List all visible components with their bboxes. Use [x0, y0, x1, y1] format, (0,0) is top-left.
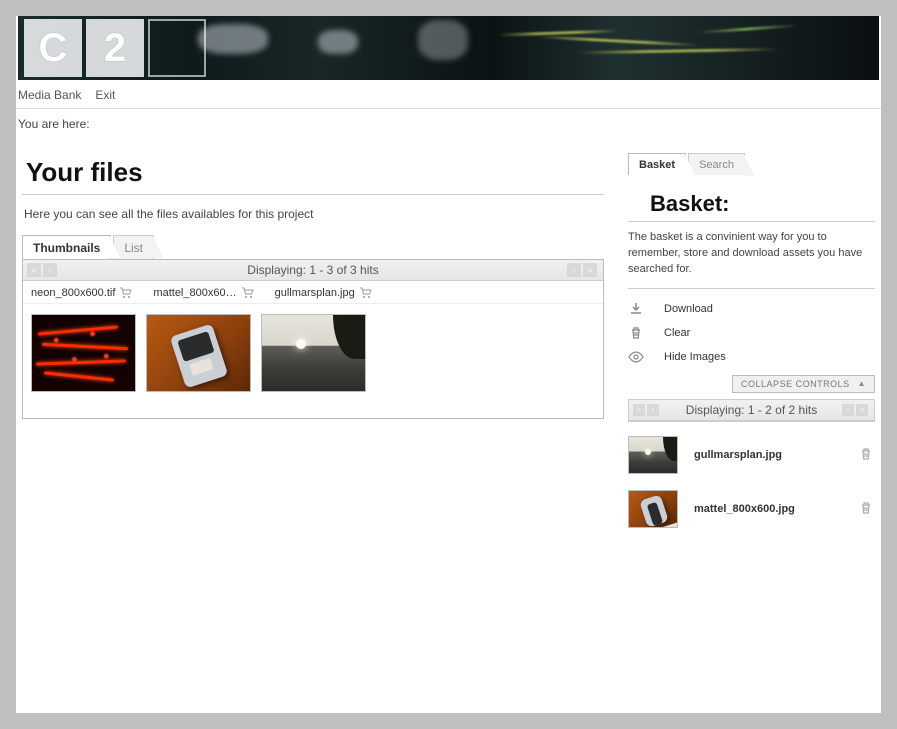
pager-status: Displaying: 1 - 3 of 3 hits — [59, 263, 567, 277]
thumbnail[interactable] — [261, 314, 366, 392]
file-name-row: neon_800x600.tif mattel_800x60… gullmars… — [23, 281, 603, 304]
file-name: neon_800x600.tif — [31, 287, 115, 299]
files-panel: « ‹ Displaying: 1 - 3 of 3 hits › » neon… — [22, 259, 604, 419]
thumbnail-grid — [23, 304, 603, 418]
logo: C 2 — [24, 19, 206, 77]
intro-text: Here you can see all the files available… — [24, 207, 604, 221]
tab-thumbnails[interactable]: Thumbnails — [22, 235, 111, 259]
divider — [628, 288, 875, 289]
clear-button[interactable]: Clear — [628, 321, 875, 345]
collapse-controls-button[interactable]: COLLAPSE CONTROLS ▲ — [732, 375, 875, 393]
basket-item: gullmarsplan.jpg — [628, 430, 875, 484]
pager-next-button[interactable]: › — [567, 263, 581, 277]
action-label: Clear — [664, 327, 690, 339]
pager-last-button[interactable]: » — [856, 404, 868, 416]
tab-search[interactable]: Search — [688, 153, 745, 175]
basket-description: The basket is a convinient way for you t… — [628, 230, 875, 278]
nav-exit[interactable]: Exit — [95, 88, 115, 102]
page-title: Your files — [26, 157, 604, 188]
cart-icon[interactable] — [119, 287, 133, 299]
pager-next-button[interactable]: › — [842, 404, 854, 416]
basket-title: Basket: — [650, 191, 875, 217]
pager-first-button[interactable]: « — [27, 263, 41, 277]
file-name: mattel_800x60… — [153, 287, 236, 299]
hide-images-button[interactable]: Hide Images — [628, 345, 875, 369]
chevron-up-icon: ▲ — [858, 379, 866, 388]
basket-item-name: mattel_800x600.jpg — [694, 503, 843, 515]
basket-actions: Download Clear Hide Images — [628, 297, 875, 369]
side-tabs: Basket Search — [628, 153, 875, 175]
divider — [628, 221, 875, 222]
eye-icon — [628, 349, 644, 365]
delete-button[interactable] — [859, 447, 875, 463]
view-tabs: Thumbnails List — [22, 235, 604, 259]
download-icon — [628, 301, 644, 317]
pager-first-button[interactable]: « — [633, 404, 645, 416]
tab-basket[interactable]: Basket — [628, 153, 686, 175]
action-label: Download — [664, 303, 713, 315]
pager-prev-button[interactable]: ‹ — [43, 263, 57, 277]
basket-item-name: gullmarsplan.jpg — [694, 449, 843, 461]
action-label: Hide Images — [664, 351, 726, 363]
divider — [22, 194, 604, 195]
basket-item: mattel_800x600.jpg — [628, 484, 875, 538]
basket-pager: « ‹ Displaying: 1 - 2 of 2 hits › » — [629, 400, 874, 421]
pager-prev-button[interactable]: ‹ — [647, 404, 659, 416]
header-banner: C 2 — [18, 16, 879, 80]
thumbnail[interactable] — [31, 314, 136, 392]
download-button[interactable]: Download — [628, 297, 875, 321]
nav-media-bank[interactable]: Media Bank — [18, 88, 81, 102]
file-name: gullmarsplan.jpg — [275, 287, 355, 299]
trash-icon — [628, 325, 644, 341]
cart-icon[interactable] — [241, 287, 255, 299]
files-pager: « ‹ Displaying: 1 - 3 of 3 hits › » — [23, 260, 603, 281]
thumbnail[interactable] — [146, 314, 251, 392]
logo-tile-blank — [148, 19, 206, 77]
pager-status: Displaying: 1 - 2 of 2 hits — [661, 403, 842, 417]
top-nav: Media Bank Exit — [16, 80, 881, 109]
logo-tile-2: 2 — [86, 19, 144, 77]
basket-thumbnail[interactable] — [628, 436, 678, 474]
collapse-label: COLLAPSE CONTROLS — [741, 379, 850, 389]
logo-tile-c: C — [24, 19, 82, 77]
pager-last-button[interactable]: » — [583, 263, 597, 277]
breadcrumb: You are here: — [16, 109, 881, 135]
basket-thumbnail[interactable] — [628, 490, 678, 528]
basket-list: gullmarsplan.jpg mattel_800x600.jpg — [628, 430, 875, 538]
delete-button[interactable] — [859, 501, 875, 517]
cart-icon[interactable] — [359, 287, 373, 299]
